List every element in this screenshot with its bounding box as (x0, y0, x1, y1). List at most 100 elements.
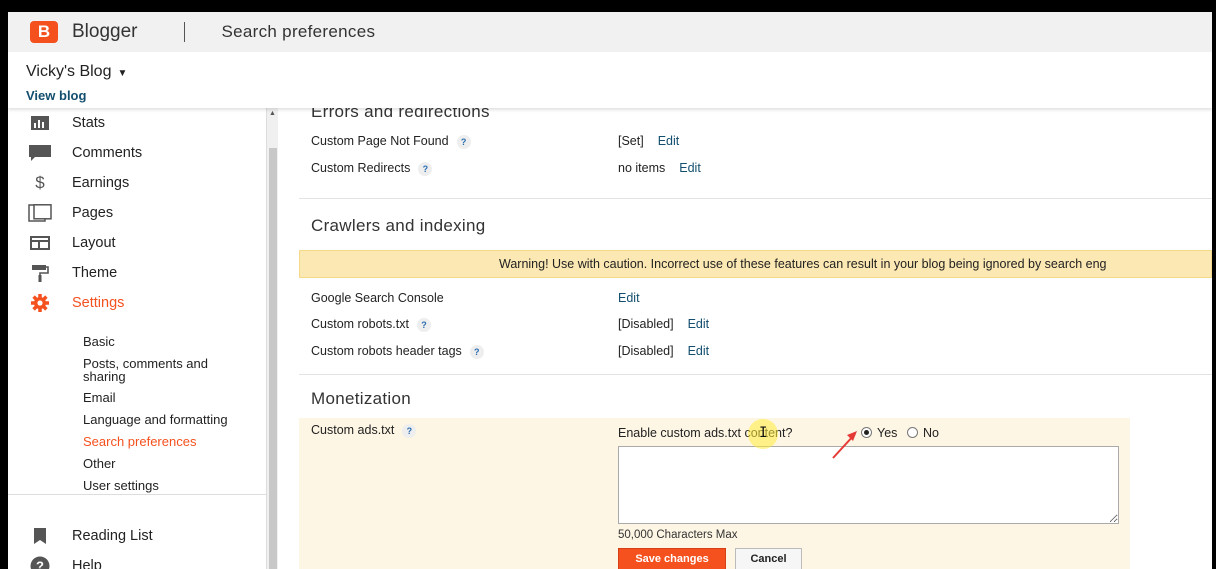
row-label: Custom robots header tags? (311, 344, 484, 359)
blog-selector-bar: Vicky's Blog ▼ View blog (8, 52, 1212, 108)
status-value: [Set] (618, 134, 644, 148)
section-title-monetization: Monetization (311, 389, 411, 408)
row-label: Google Search Console (311, 291, 444, 305)
header-divider (183, 22, 185, 42)
settings-sub-basic[interactable]: Basic (83, 335, 115, 348)
text-cursor-icon: I (759, 425, 768, 441)
monetization-ads-txt-panel: Custom ads.txt? Enable custom ads.txt co… (299, 418, 1130, 569)
paint-roller-icon (26, 264, 54, 282)
row-value: Edit (618, 291, 640, 305)
sidebar-item-comments[interactable]: Comments (26, 141, 142, 165)
edit-link[interactable]: Edit (688, 317, 710, 331)
section-divider (299, 198, 1212, 199)
sidebar-item-label: Reading List (72, 528, 153, 544)
status-value: [Disabled] (618, 344, 674, 358)
bar-chart-icon (26, 116, 54, 130)
comment-icon (26, 145, 54, 161)
row-google-search-console: Google Search Console Edit (299, 286, 1212, 312)
main-content: Errors and redirections Custom Page Not … (299, 108, 1212, 569)
help-icon[interactable]: ? (402, 424, 417, 438)
sidebar-divider (8, 494, 266, 495)
settings-sub-posts-comments-sharing-2[interactable]: sharing (83, 370, 126, 383)
scrollbar-thumb[interactable] (269, 148, 277, 569)
edit-link[interactable]: Edit (679, 161, 701, 175)
scroll-up-arrow-icon[interactable]: ▲ (267, 108, 278, 120)
sidebar-item-pages[interactable]: Pages (26, 201, 113, 225)
row-custom-robots-txt: Custom robots.txt? [Disabled] Edit (299, 312, 1212, 338)
dollar-icon: $ (35, 173, 45, 192)
radio-no-label[interactable]: No (923, 426, 939, 440)
caret-down-icon: ▼ (117, 68, 128, 79)
row-custom-robots-header-tags: Custom robots header tags? [Disabled] Edi… (299, 339, 1212, 365)
row-label: Custom robots.txt? (311, 317, 431, 332)
brand-name[interactable]: Blogger (72, 21, 138, 43)
sidebar-item-earnings[interactable]: $ Earnings (26, 171, 129, 195)
sidebar-item-reading-list[interactable]: Reading List (26, 524, 153, 548)
bookmark-icon (26, 528, 54, 544)
status-value: [Disabled] (618, 317, 674, 331)
character-limit-note: 50,000 Characters Max (618, 529, 738, 541)
sidebar-item-label: Comments (72, 145, 143, 161)
row-value: [Disabled] Edit (618, 317, 709, 331)
section-title-crawlers: Crawlers and indexing (311, 216, 486, 235)
blog-name: Vicky's Blog (26, 63, 112, 80)
sidebar-item-label: Earnings (72, 175, 130, 191)
view-blog-link[interactable]: View blog (26, 88, 86, 103)
row-custom-page-not-found: Custom Page Not Found? [Set] Edit (299, 129, 1212, 155)
settings-sub-email[interactable]: Email (83, 391, 116, 404)
blogger-logo-icon[interactable]: B (30, 21, 58, 43)
sidebar-item-theme[interactable]: Theme (26, 261, 117, 285)
sidebar-item-help[interactable]: ? Help (26, 554, 102, 569)
app-window: B Blogger Search preferences Vicky's Blo… (8, 12, 1212, 569)
settings-sub-search-preferences[interactable]: Search preferences (83, 435, 196, 448)
sidebar-item-label: Stats (72, 115, 106, 131)
sidebar: Stats Comments $ Earnings Pages Layout T… (8, 108, 268, 569)
row-label-text: Custom Page Not Found (311, 134, 449, 148)
sidebar-scrollbar[interactable]: ▲ (266, 108, 278, 569)
layout-icon (26, 236, 54, 250)
edit-link[interactable]: Edit (658, 134, 680, 148)
red-arrow-icon (832, 431, 857, 459)
edit-link[interactable]: Edit (618, 291, 640, 305)
cancel-button[interactable]: Cancel (735, 548, 802, 569)
settings-sub-user-settings[interactable]: User settings (83, 479, 159, 492)
settings-sub-language[interactable]: Language and formatting (83, 413, 228, 426)
sidebar-item-label: Pages (72, 205, 114, 221)
save-changes-button[interactable]: Save changes (618, 548, 726, 569)
radio-no[interactable] (907, 427, 918, 438)
edit-link[interactable]: Edit (688, 344, 710, 358)
pages-icon (26, 204, 54, 222)
sidebar-item-settings[interactable]: Settings (26, 291, 124, 315)
row-label-text: Custom ads.txt (311, 423, 395, 437)
help-icon[interactable]: ? (418, 162, 433, 176)
sidebar-item-label: Layout (72, 235, 116, 251)
status-value: no items (618, 161, 666, 175)
help-icon[interactable]: ? (416, 318, 431, 332)
blog-selector[interactable]: Vicky's Blog ▼ (26, 63, 127, 81)
sidebar-item-layout[interactable]: Layout (26, 231, 116, 255)
help-icon[interactable]: ? (469, 345, 484, 359)
row-label: Custom ads.txt? (311, 423, 417, 438)
section-title-errors: Errors and redirections (311, 108, 490, 121)
row-label: Custom Redirects? (311, 161, 433, 176)
page-title: Search preferences (221, 22, 376, 41)
row-value: [Set] Edit (618, 134, 679, 148)
sidebar-item-label: Theme (72, 265, 118, 281)
sidebar-item-stats[interactable]: Stats (26, 111, 105, 135)
gear-icon (26, 293, 54, 313)
row-value: no items Edit (618, 161, 701, 175)
row-value: [Disabled] Edit (618, 344, 709, 358)
help-icon[interactable]: ? (456, 135, 471, 149)
row-label-text: Custom robots.txt (311, 317, 409, 331)
row-label: Custom Page Not Found? (311, 134, 471, 149)
row-custom-redirects: Custom Redirects? no items Edit (299, 156, 1212, 182)
row-label-text: Custom robots header tags (311, 344, 462, 358)
sidebar-item-label: Settings (72, 295, 125, 311)
sidebar-item-label: Help (72, 558, 102, 569)
ads-txt-textarea[interactable] (618, 446, 1119, 524)
row-label-text: Custom Redirects (311, 161, 411, 175)
settings-sub-other[interactable]: Other (83, 457, 116, 470)
top-header: B Blogger Search preferences (8, 12, 1212, 52)
radio-yes-label[interactable]: Yes (877, 426, 897, 440)
section-divider (299, 374, 1212, 375)
